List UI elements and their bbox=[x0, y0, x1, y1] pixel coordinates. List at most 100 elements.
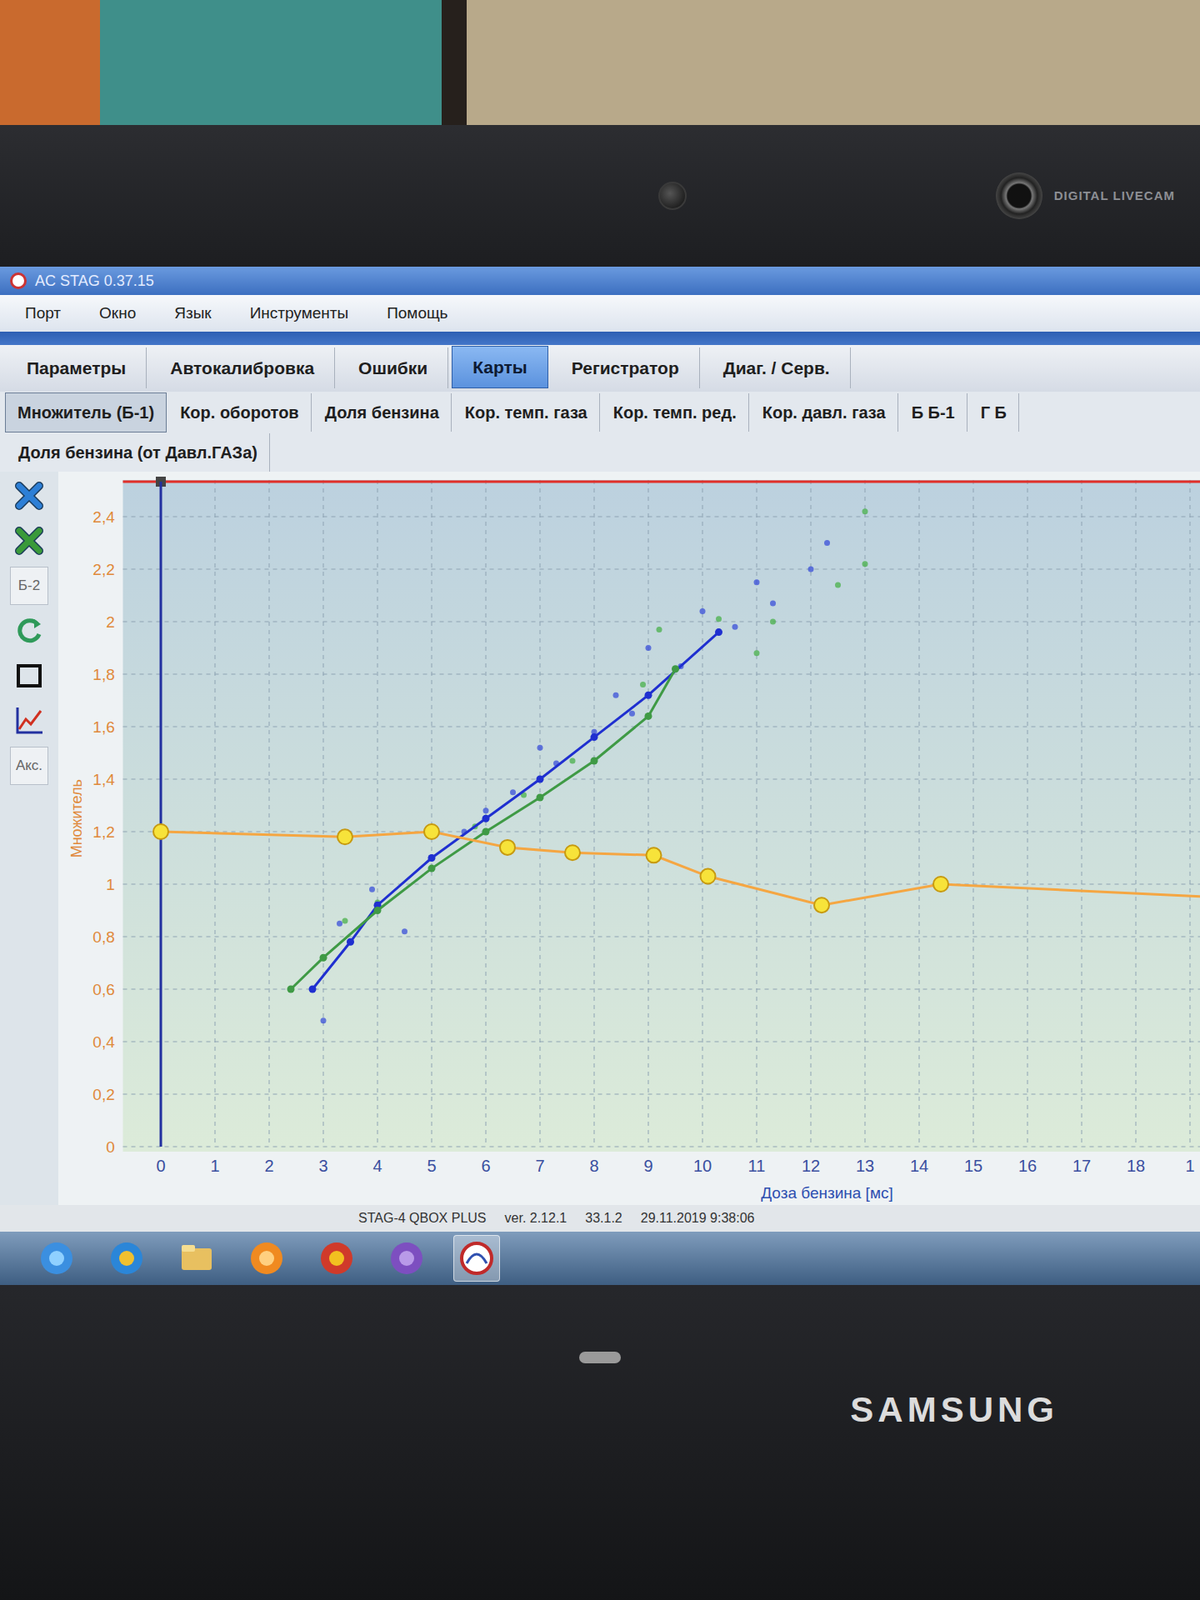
data-point bbox=[629, 710, 635, 717]
brand-label: SAMSUNG bbox=[850, 1383, 1059, 1436]
x-tick: 10 bbox=[693, 1156, 712, 1175]
data-point bbox=[754, 650, 760, 656]
subtab[interactable]: Б Б-1 bbox=[900, 393, 968, 432]
y-tick: 2 bbox=[105, 613, 115, 631]
subtab[interactable]: Г Б bbox=[969, 393, 1020, 432]
trend-point bbox=[482, 828, 490, 836]
data-point bbox=[715, 615, 722, 622]
data-point bbox=[342, 918, 349, 925]
ie-icon[interactable] bbox=[103, 1235, 150, 1282]
tab[interactable]: Параметры bbox=[6, 347, 147, 390]
map-node[interactable] bbox=[933, 876, 949, 892]
y-tick: 0,4 bbox=[92, 1033, 115, 1051]
tab[interactable]: Ошибки bbox=[338, 347, 449, 390]
tab[interactable]: Регистратор bbox=[551, 347, 700, 390]
limit-line bbox=[123, 480, 1200, 484]
trend-point bbox=[715, 628, 723, 636]
menu-item[interactable]: Инструменты bbox=[250, 301, 349, 326]
subtab[interactable]: Кор. темп. газа bbox=[453, 393, 600, 432]
toolbar-button[interactable]: Акс. bbox=[10, 746, 49, 785]
data-point bbox=[862, 508, 869, 515]
app-logo-icon bbox=[10, 272, 27, 290]
chrome-icon[interactable] bbox=[313, 1235, 360, 1282]
trend-point bbox=[590, 756, 599, 765]
x-tick: 1 bbox=[210, 1156, 220, 1175]
viber-icon[interactable] bbox=[383, 1235, 430, 1282]
folder-icon[interactable] bbox=[173, 1235, 220, 1282]
status-text: STAG-4 QBOX PLUS bbox=[358, 1208, 487, 1229]
subtab[interactable]: Кор. оборотов bbox=[168, 393, 312, 432]
media-icon[interactable] bbox=[243, 1235, 290, 1282]
graph-icon[interactable] bbox=[10, 701, 49, 740]
map-node[interactable] bbox=[565, 845, 580, 860]
tab[interactable]: Диаг. / Серв. bbox=[703, 347, 851, 390]
tab[interactable]: Автокалибровка bbox=[150, 347, 335, 390]
trend-point bbox=[320, 954, 328, 962]
x-tick: 8 bbox=[589, 1156, 599, 1175]
menu-item[interactable]: Язык bbox=[174, 301, 211, 326]
x-tick: 6 bbox=[480, 1156, 490, 1175]
menu-item[interactable]: Помощь bbox=[386, 301, 448, 326]
trend-line bbox=[290, 669, 676, 990]
y-tick: 0 bbox=[105, 1138, 115, 1156]
refresh-icon[interactable] bbox=[10, 611, 49, 650]
app-window: AC STAG 0.37.15 ПортОкноЯзыкИнструментыП… bbox=[0, 266, 1200, 1285]
stag-icon[interactable] bbox=[453, 1235, 500, 1282]
map-chart[interactable]: 00,20,40,60,811,21,41,61,822,22,4Множите… bbox=[58, 471, 1200, 1205]
trend-point bbox=[590, 733, 599, 741]
start-icon[interactable] bbox=[33, 1235, 80, 1282]
data-point bbox=[288, 986, 295, 993]
map-node[interactable] bbox=[700, 869, 716, 885]
x-tick: 7 bbox=[535, 1156, 545, 1175]
x-tick: 0 bbox=[155, 1156, 165, 1175]
data-point bbox=[700, 608, 706, 615]
x-tick: 5 bbox=[426, 1156, 436, 1175]
map-node[interactable] bbox=[337, 829, 353, 845]
subtab[interactable]: Доля бензина (от Давл.ГАЗа) bbox=[6, 433, 270, 472]
map-node[interactable] bbox=[500, 840, 515, 855]
data-point bbox=[510, 789, 516, 795]
menu-item[interactable]: Порт bbox=[25, 301, 61, 326]
taskbar bbox=[0, 1231, 1200, 1285]
menu-item[interactable]: Окно bbox=[99, 301, 136, 326]
map-node[interactable] bbox=[153, 824, 169, 840]
y-tick: 0,8 bbox=[92, 928, 115, 946]
subtab[interactable]: Кор. давл. газа bbox=[750, 393, 899, 432]
tab[interactable]: Карты bbox=[451, 345, 549, 390]
map-node[interactable] bbox=[646, 847, 662, 863]
plot-area[interactable] bbox=[123, 480, 1200, 1152]
xgreen-icon[interactable] bbox=[10, 521, 49, 560]
data-point bbox=[483, 807, 490, 814]
data-point bbox=[369, 886, 375, 893]
menu-bar: Порт Окно Язык Инструменты Помощь bbox=[0, 295, 1200, 332]
data-point bbox=[310, 986, 316, 993]
data-point bbox=[401, 928, 408, 935]
x-tick: 2 bbox=[264, 1156, 274, 1175]
subtab[interactable]: Кор. темп. ред. bbox=[601, 393, 750, 432]
trend-point bbox=[671, 665, 680, 673]
subtab[interactable]: Множитель (Б-1) bbox=[5, 392, 167, 433]
data-point bbox=[835, 581, 841, 588]
x-tick: 13 bbox=[855, 1156, 875, 1175]
laptop-bezel-bottom: SAMSUNG bbox=[0, 1285, 1200, 1600]
y-tick: 2,4 bbox=[92, 508, 115, 526]
toolbar-button[interactable]: Б-2 bbox=[10, 566, 49, 605]
xblue-icon[interactable] bbox=[10, 476, 49, 515]
y-tick: 1,6 bbox=[92, 718, 115, 736]
data-point bbox=[537, 745, 544, 751]
data-point bbox=[320, 955, 327, 961]
map-node[interactable] bbox=[814, 897, 830, 913]
cursor-line[interactable] bbox=[160, 481, 163, 1147]
map-node[interactable] bbox=[424, 824, 440, 840]
frame-icon[interactable] bbox=[10, 656, 49, 695]
data-point bbox=[732, 624, 739, 630]
x-tick: 12 bbox=[801, 1156, 820, 1175]
subtab[interactable]: Доля бензина bbox=[313, 393, 452, 432]
map-line bbox=[160, 831, 1200, 905]
status-text: ver. 2.12.1 bbox=[505, 1208, 568, 1229]
y-tick: 1,4 bbox=[92, 770, 115, 789]
trend-point bbox=[287, 985, 295, 994]
x-tick: 17 bbox=[1072, 1156, 1091, 1175]
x-tick: 18 bbox=[1126, 1156, 1145, 1175]
scatter-series bbox=[288, 508, 869, 992]
